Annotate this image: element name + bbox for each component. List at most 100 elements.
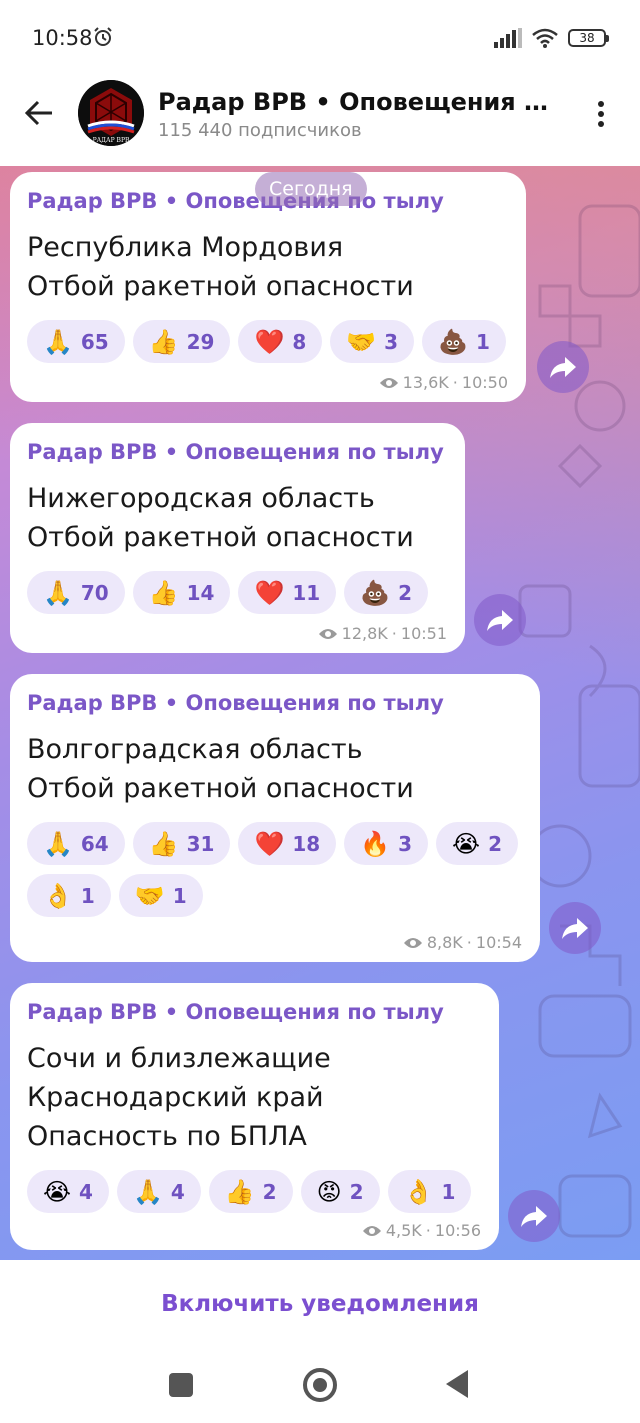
reaction-count: 14 [186, 580, 215, 605]
reaction-count: 3 [398, 831, 413, 856]
crying-emoji-icon: 😭 [43, 1177, 72, 1206]
date-separator: Сегодня [255, 172, 367, 206]
message-bubble[interactable]: Радар ВРВ • Оповещения по тылу Сочи и бл… [10, 983, 499, 1250]
reaction-count: 31 [186, 831, 215, 856]
reaction-chip[interactable]: 👌 1 [387, 1170, 472, 1213]
reaction-count: 11 [292, 580, 321, 605]
reaction-count: 18 [292, 831, 321, 856]
share-arrow-icon [562, 918, 588, 939]
reaction-count: 1 [475, 329, 490, 354]
message-bubble[interactable]: Радар ВРВ • Оповещения по тылу Нижегород… [10, 423, 465, 653]
alarm-icon [94, 27, 112, 46]
reactions-row: 🙏 64 👍 31 ❤️ 18 🔥 3 😭 2 👌 1 🤝 1 [27, 822, 523, 917]
message-channel-name[interactable]: Радар ВРВ • Оповещения по тылу [27, 437, 448, 467]
channel-title[interactable]: Радар ВРВ • Оповещения по… [158, 88, 558, 116]
reaction-chip[interactable]: 💩 1 [422, 320, 506, 363]
reaction-chip[interactable]: 💩 2 [344, 571, 429, 614]
ok-hand-emoji-icon: 👌 [403, 1177, 434, 1206]
message-channel-name[interactable]: Радар ВРВ • Оповещения по тылу [27, 688, 523, 718]
more-options-icon[interactable] [588, 96, 614, 132]
reaction-count: 1 [80, 883, 95, 908]
reaction-chip[interactable]: 😡 2 [300, 1170, 380, 1213]
thumbs-up-emoji-icon: 👍 [148, 578, 179, 607]
view-count: 12,8K [341, 624, 388, 643]
reaction-chip[interactable]: 🤝 3 [330, 320, 415, 363]
reaction-chip[interactable]: 👍 2 [208, 1170, 293, 1213]
message-meta: 13,6K · 10:50 [379, 373, 508, 392]
reaction-chip[interactable]: 🤝 1 [118, 874, 203, 917]
message-text: Волгоградская область Отбой ракетной опа… [27, 730, 523, 808]
message-meta: 8,8K · 10:54 [403, 933, 522, 952]
reaction-count: 70 [80, 580, 109, 605]
reactions-row: 🙏 65 👍 29 ❤️ 8 🤝 3 💩 1 [27, 320, 509, 363]
views-eye-icon [362, 1225, 381, 1236]
reaction-count: 2 [488, 831, 502, 856]
message-time: 10:54 [475, 933, 522, 952]
reaction-chip[interactable]: 👍 14 [132, 571, 231, 614]
reaction-chip[interactable]: 🙏 64 [27, 822, 125, 865]
share-arrow-icon [487, 610, 513, 631]
message-line: Нижегородская область [27, 483, 375, 514]
angry-emoji-icon: 😡 [316, 1177, 342, 1206]
poop-emoji-icon: 💩 [438, 327, 468, 356]
message-bubble[interactable]: Радар ВРВ • Оповещения по тылу Республик… [10, 172, 526, 402]
enable-notifications-button[interactable]: Включить уведомления [161, 1291, 479, 1317]
reactions-row: 🙏 70 👍 14 ❤️ 11 💩 2 [27, 571, 448, 614]
reaction-count: 4 [170, 1179, 185, 1204]
meta-separator: · [466, 933, 472, 952]
pray-emoji-icon: 🙏 [132, 1177, 163, 1206]
reaction-chip[interactable]: 🙏 65 [27, 320, 125, 363]
channel-avatar[interactable]: РАДАР ВРВ [78, 80, 144, 146]
reaction-chip[interactable]: 😭 4 [27, 1170, 109, 1213]
chat-area[interactable]: Сегодня Радар ВРВ • Оповещения по тылу Р… [0, 166, 640, 1260]
subscriber-count: 115 440 подписчиков [158, 120, 362, 141]
message-text: Сочи и близлежащие Краснодарский край Оп… [27, 1039, 482, 1156]
system-nav-bar [0, 1348, 640, 1423]
reaction-chip[interactable]: ❤️ 18 [238, 822, 337, 865]
views-eye-icon [403, 937, 422, 948]
ok-hand-emoji-icon: 👌 [43, 881, 73, 910]
reaction-chip[interactable]: 🔥 3 [344, 822, 429, 865]
recents-icon[interactable] [169, 1373, 193, 1397]
share-arrow-icon [550, 357, 576, 378]
reaction-count: 3 [384, 329, 399, 354]
message-line: Республика Мордовия [27, 232, 344, 263]
reaction-chip[interactable]: 🙏 70 [27, 571, 125, 614]
reaction-chip[interactable]: 🙏 4 [116, 1170, 201, 1213]
message-time: 10:56 [434, 1221, 481, 1240]
reaction-count: 2 [262, 1179, 277, 1204]
handshake-emoji-icon: 🤝 [346, 327, 377, 356]
heart-emoji-icon: ❤️ [254, 829, 285, 858]
reaction-chip[interactable]: 👌 1 [27, 874, 111, 917]
message-bubble[interactable]: Радар ВРВ • Оповещения по тылу Волгоград… [10, 674, 540, 962]
thumbs-up-emoji-icon: 👍 [148, 327, 179, 356]
share-button[interactable] [549, 902, 601, 954]
pray-emoji-icon: 🙏 [43, 829, 73, 858]
reaction-chip[interactable]: 👍 31 [132, 822, 231, 865]
system-back-icon[interactable] [446, 1370, 468, 1398]
back-arrow-icon[interactable] [22, 96, 56, 130]
message-text: Нижегородская область Отбой ракетной опа… [27, 479, 448, 557]
meta-separator: · [425, 1221, 431, 1240]
reaction-count: 29 [186, 329, 215, 354]
reaction-chip[interactable]: 😭 2 [436, 822, 518, 865]
views-eye-icon [379, 377, 398, 388]
share-button[interactable] [474, 594, 526, 646]
meta-separator: · [452, 373, 458, 392]
message-line: Краснодарский край [27, 1082, 324, 1113]
reaction-chip[interactable]: ❤️ 8 [238, 320, 323, 363]
status-bar: 10:58 38 [0, 0, 640, 78]
reaction-count: 2 [398, 580, 413, 605]
reaction-chip[interactable]: ❤️ 11 [238, 571, 337, 614]
reaction-chip[interactable]: 👍 29 [132, 320, 231, 363]
share-button[interactable] [537, 341, 589, 393]
battery-icon: 38 [568, 29, 609, 47]
reaction-count: 64 [80, 831, 109, 856]
share-button[interactable] [508, 1190, 560, 1242]
crying-emoji-icon: 😭 [452, 829, 481, 858]
views-eye-icon [318, 628, 337, 639]
message-channel-name[interactable]: Радар ВРВ • Оповещения по тылу [27, 997, 482, 1027]
home-icon[interactable] [303, 1368, 337, 1402]
reaction-count: 65 [80, 329, 109, 354]
message-time: 10:50 [461, 373, 508, 392]
